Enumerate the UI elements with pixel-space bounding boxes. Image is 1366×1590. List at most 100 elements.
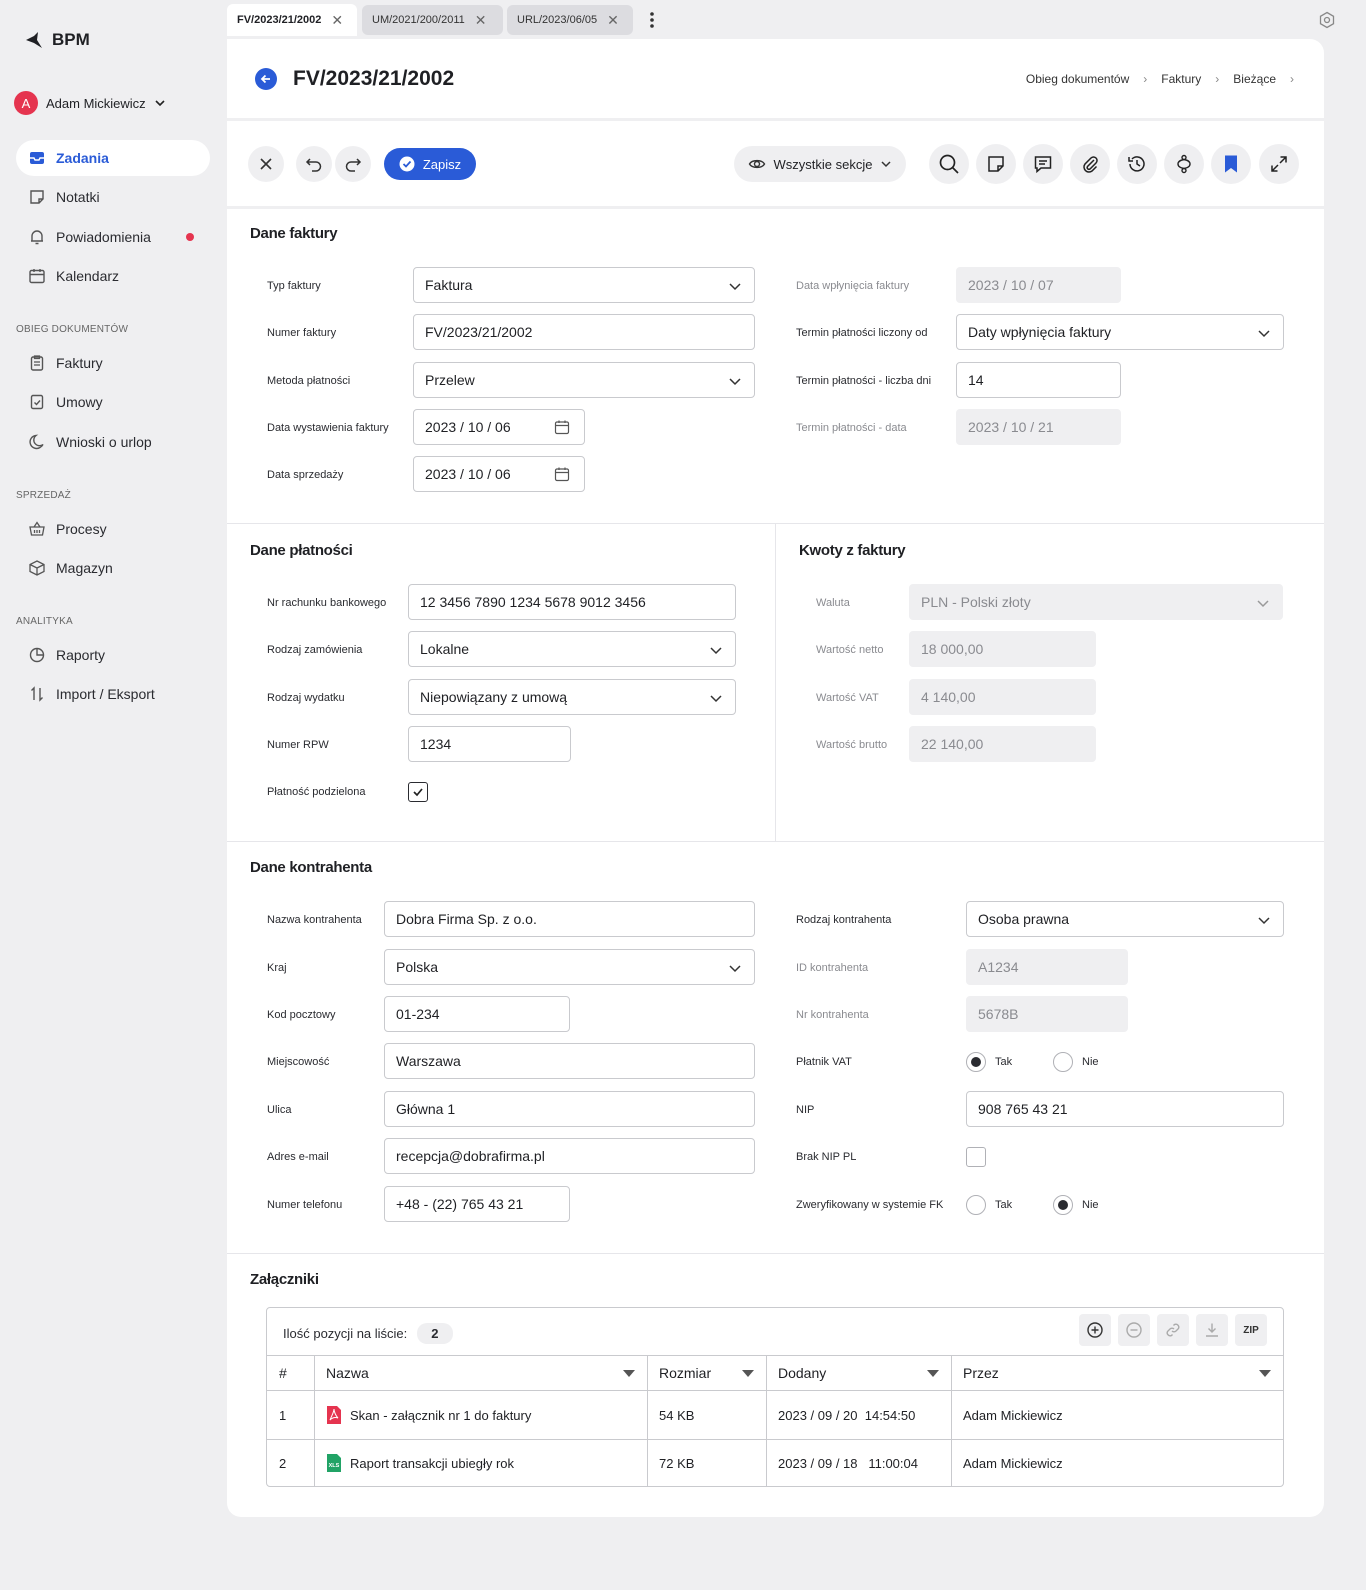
undo-button[interactable] (296, 146, 332, 182)
column-header-number[interactable]: # (267, 1355, 314, 1391)
street-input[interactable]: Główna 1 (384, 1091, 755, 1127)
notes-button[interactable] (976, 144, 1016, 184)
nip-input[interactable]: 908 765 43 21 (966, 1091, 1284, 1127)
column-header-added[interactable]: Dodany (766, 1355, 951, 1391)
fullscreen-button[interactable] (1259, 144, 1299, 184)
sidebar-item-magazyn[interactable]: Magazyn (16, 550, 210, 586)
sort-icon[interactable] (1259, 1370, 1271, 1377)
vat-payer-yes-radio[interactable] (966, 1052, 986, 1072)
close-icon[interactable]: ✕ (607, 12, 619, 29)
input-value: FV/2023/21/2002 (425, 324, 533, 340)
select-value: Osoba prawna (978, 911, 1070, 927)
input-value: Warszawa (396, 1053, 461, 1069)
cell-name[interactable]: Skan - załącznik nr 1 do faktury (314, 1391, 647, 1439)
fk-verified-yes-radio[interactable] (966, 1195, 986, 1215)
contractor-number-input: 5678B (966, 996, 1128, 1032)
country-select[interactable]: Polska (384, 949, 755, 985)
sidebar-item-zadania[interactable]: Zadania (16, 140, 210, 176)
search-button[interactable] (929, 144, 969, 184)
workflow-button[interactable] (1164, 144, 1204, 184)
sections-dropdown[interactable]: Wszystkie sekcje (734, 146, 906, 182)
close-button[interactable] (248, 146, 284, 182)
column-header-by[interactable]: Przez (951, 1355, 1283, 1391)
sale-date-input[interactable]: 2023 / 10 / 06 (413, 456, 585, 492)
order-type-select[interactable]: Lokalne (408, 631, 736, 667)
sidebar-item-powiadomienia[interactable]: Powiadomienia (16, 219, 210, 255)
payment-term-from-select[interactable]: Daty wpłynięcia faktury (956, 314, 1284, 350)
sort-icon[interactable] (742, 1370, 754, 1377)
expense-type-select[interactable]: Niepowiązany z umową (408, 679, 736, 715)
sidebar-item-import-eksport[interactable]: Import / Eksport (16, 676, 210, 712)
add-button[interactable] (1079, 1314, 1111, 1346)
breadcrumb-item[interactable]: Bieżące (1233, 72, 1276, 86)
section-title-contractor: Dane kontrahenta (250, 859, 372, 876)
contractor-name-input[interactable]: Dobra Firma Sp. z o.o. (384, 901, 755, 937)
split-payment-checkbox[interactable] (408, 782, 428, 802)
field-label: Kraj (267, 962, 287, 974)
due-date-input: 2023 / 10 / 21 (956, 409, 1121, 445)
sidebar-item-umowy[interactable]: Umowy (16, 384, 210, 420)
invoice-type-select[interactable]: Faktura (413, 267, 755, 303)
sort-icon[interactable] (927, 1370, 939, 1377)
payment-method-select[interactable]: Przelew (413, 362, 755, 398)
sidebar-item-procesy[interactable]: Procesy (16, 511, 210, 547)
tab-um[interactable]: UM/2021/200/2011 ✕ (362, 5, 503, 35)
column-header-size[interactable]: Rozmiar (647, 1355, 766, 1391)
remove-button[interactable] (1118, 1314, 1150, 1346)
input-value: A1234 (978, 959, 1019, 975)
invoice-number-input[interactable]: FV/2023/21/2002 (413, 314, 755, 350)
column-header-name[interactable]: Nazwa (314, 1355, 647, 1391)
cell-date: 2023 / 09 / 18 11:00:04 (778, 1455, 918, 1471)
close-icon[interactable]: ✕ (331, 12, 343, 29)
tab-fv[interactable]: FV/2023/21/2002 ✕ (227, 4, 357, 36)
sidebar-item-kalendarz[interactable]: Kalendarz (16, 258, 210, 294)
field-label: Rodzaj wydatku (267, 692, 345, 704)
note-icon (988, 156, 1004, 172)
email-field[interactable]: recepcja@dobrafirma.pl (384, 1138, 755, 1174)
save-button[interactable]: Zapisz (384, 148, 476, 180)
history-button[interactable] (1117, 144, 1157, 184)
phone-input[interactable]: +48 - (22) 765 43 21 (384, 1186, 570, 1222)
tab-label: FV/2023/21/2002 (237, 14, 322, 26)
moon-icon (29, 434, 44, 450)
city-input[interactable]: Warszawa (384, 1043, 755, 1079)
sidebar-item-raporty[interactable]: Raporty (16, 637, 210, 673)
contractor-type-select[interactable]: Osoba prawna (966, 901, 1284, 937)
no-nip-checkbox[interactable] (966, 1147, 986, 1167)
breadcrumb-item[interactable]: Obieg dokumentów (1026, 72, 1129, 86)
attachments-button[interactable] (1070, 144, 1110, 184)
issue-date-input[interactable]: 2023 / 10 / 06 (413, 409, 585, 445)
app-logo[interactable]: BPM (24, 30, 90, 50)
link-button[interactable] (1157, 1314, 1189, 1346)
postal-code-input[interactable]: 01-234 (384, 996, 570, 1032)
bookmark-button[interactable] (1211, 144, 1251, 184)
calendar-icon (554, 467, 570, 482)
tab-url[interactable]: URL/2023/06/05 ✕ (507, 5, 633, 35)
back-button[interactable] (255, 68, 277, 90)
settings-icon[interactable] (1318, 11, 1336, 29)
sort-icon[interactable] (623, 1370, 635, 1377)
user-menu[interactable]: A Adam Mickiewicz (14, 91, 166, 115)
rpw-number-input[interactable]: 1234 (408, 726, 571, 762)
notification-dot (186, 233, 194, 241)
breadcrumb-item[interactable]: Faktury (1161, 72, 1201, 86)
vat-payer-no-radio[interactable] (1053, 1052, 1073, 1072)
cell-name[interactable]: XLS Raport transakcji ubiegły rok (314, 1439, 647, 1487)
close-icon[interactable]: ✕ (475, 12, 487, 29)
receipt-date-input: 2023 / 10 / 07 (956, 267, 1121, 303)
fk-verified-no-radio[interactable] (1053, 1195, 1073, 1215)
payment-days-input[interactable]: 14 (956, 362, 1121, 398)
zip-button[interactable]: ZIP (1235, 1314, 1267, 1346)
redo-button[interactable] (335, 146, 371, 182)
sidebar-item-faktury[interactable]: Faktury (16, 345, 210, 381)
more-tabs-icon[interactable] (649, 10, 655, 30)
pie-chart-icon (29, 647, 45, 663)
save-label: Zapisz (422, 156, 462, 172)
download-button[interactable] (1196, 1314, 1228, 1346)
sidebar-item-notatki[interactable]: Notatki (16, 179, 210, 215)
sidebar-item-wnioski[interactable]: Wnioski o urlop (16, 424, 210, 460)
bank-account-input[interactable]: 12 3456 7890 1234 5678 9012 3456 (408, 584, 736, 620)
comments-button[interactable] (1023, 144, 1063, 184)
radio-label: Nie (1082, 1199, 1099, 1211)
xls-icon: XLS (327, 1454, 341, 1472)
